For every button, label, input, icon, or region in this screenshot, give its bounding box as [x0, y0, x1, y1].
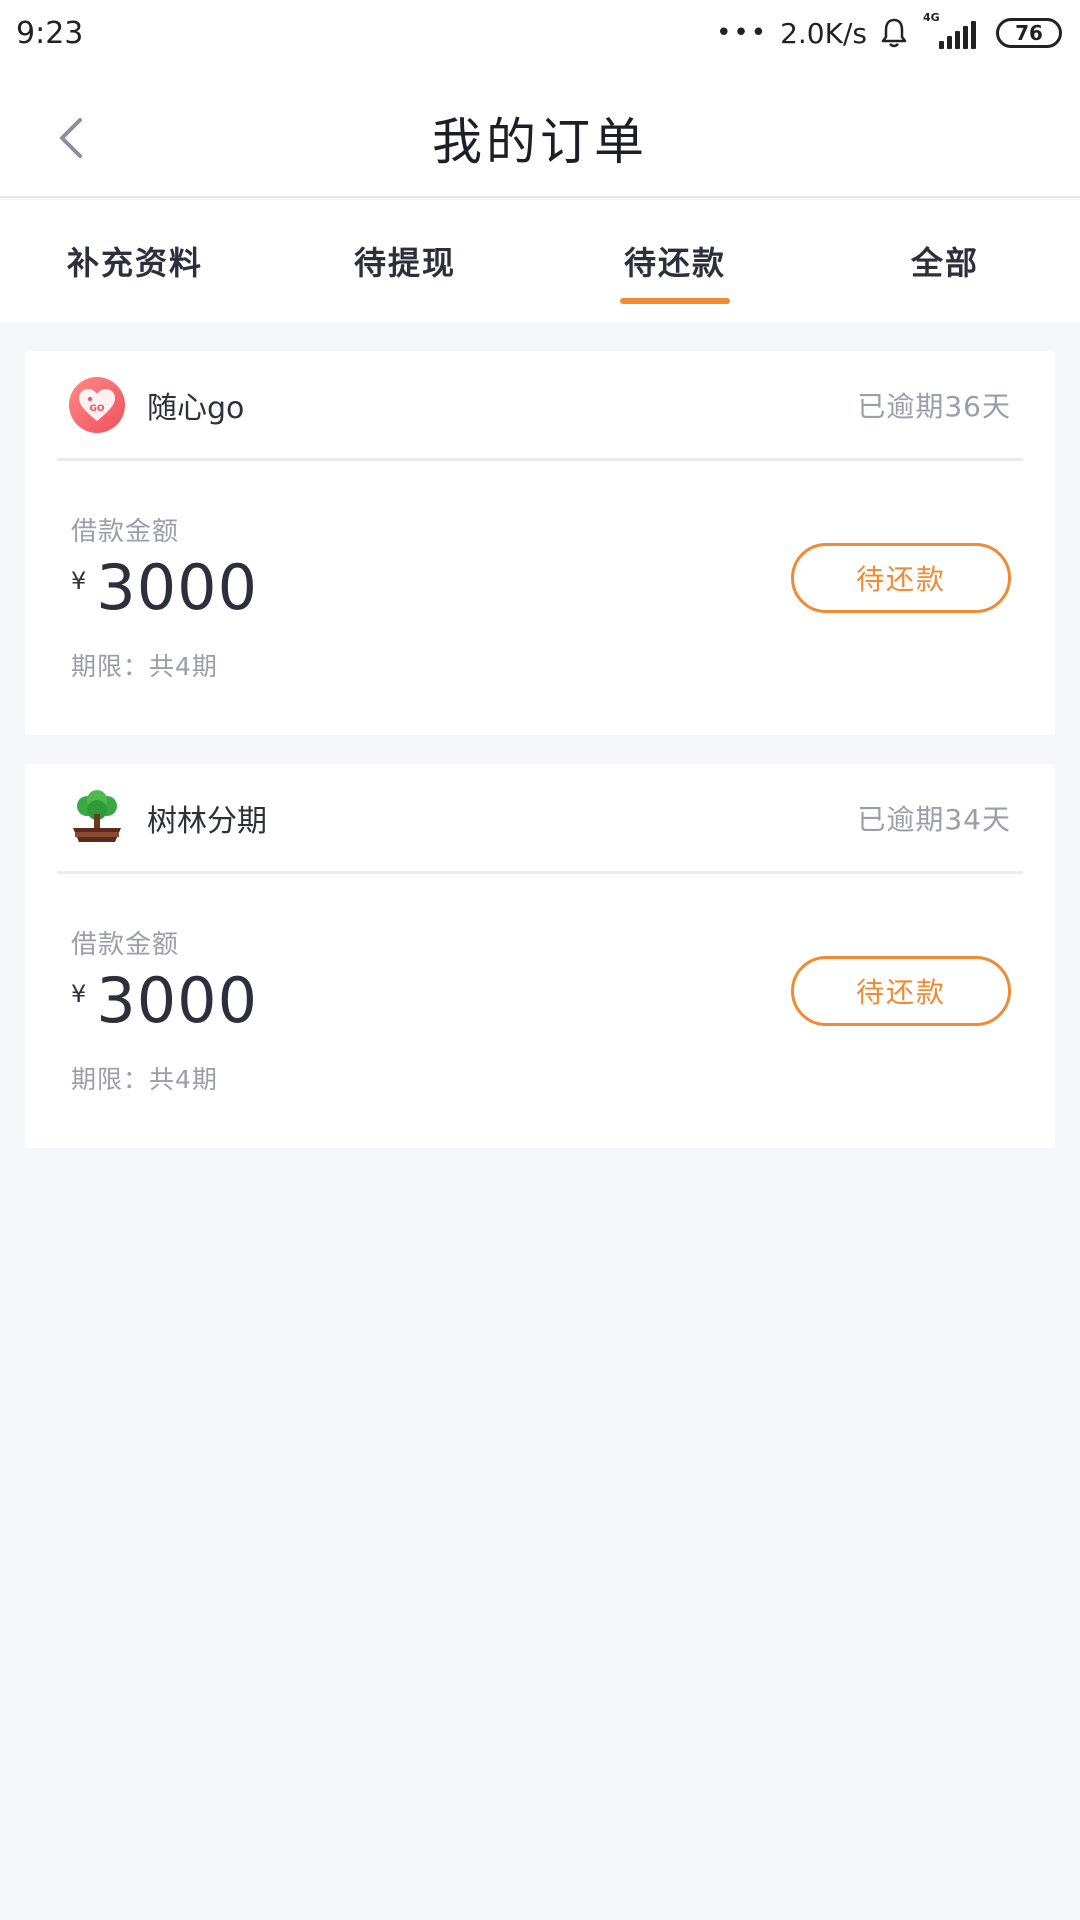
- notification-dots-icon: •••: [716, 18, 769, 48]
- tab-label: 全部: [910, 244, 979, 282]
- signal-icon: 4G: [921, 11, 976, 49]
- network-speed: 2.0K/s: [780, 16, 867, 50]
- term-text: 期限：共4期: [71, 652, 218, 681]
- repay-button[interactable]: 待还款: [791, 956, 1011, 1026]
- amount-label: 借款金额: [71, 517, 180, 547]
- svg-text:GO: GO: [89, 404, 104, 414]
- battery-icon: 76: [996, 18, 1062, 48]
- tree-logo-icon: [69, 789, 125, 846]
- tab-label: 待还款: [623, 244, 726, 282]
- order-card[interactable]: 树林分期 已逾期34天 借款金额 ¥ 3000 期限：共4期 待还款: [25, 764, 1055, 1148]
- loan-amount: 3000: [96, 964, 259, 1037]
- currency-symbol: ¥: [71, 567, 87, 595]
- tab-label: 补充资料: [66, 244, 203, 282]
- brand-name: 树林分期: [147, 803, 267, 839]
- order-card-header: GO 随心go 已逾期36天: [57, 351, 1023, 461]
- tab-supplement-info[interactable]: 补充资料: [0, 200, 270, 322]
- tab-pending-repayment[interactable]: 待还款: [540, 200, 810, 322]
- order-card-header: 树林分期 已逾期34天: [57, 764, 1023, 874]
- amount-label: 借款金额: [71, 930, 180, 960]
- order-card[interactable]: GO 随心go 已逾期36天 借款金额 ¥ 3000 期限：共4期 待还款: [25, 351, 1055, 735]
- status-indicators: ••• 2.0K/s 4G 76: [716, 11, 1062, 50]
- amount-row: ¥ 3000: [71, 551, 258, 624]
- order-tabs: 补充资料 待提现 待还款 全部: [0, 200, 1080, 322]
- repay-button[interactable]: 待还款: [791, 543, 1011, 613]
- amount-row: ¥ 3000: [71, 964, 258, 1037]
- tab-label: 待提现: [353, 244, 456, 282]
- currency-symbol: ¥: [71, 980, 87, 1008]
- overdue-status: 已逾期34天: [857, 802, 1011, 836]
- page-title: 我的订单: [432, 113, 648, 171]
- term-text: 期限：共4期: [71, 1065, 218, 1094]
- brand-name: 随心go: [147, 390, 245, 426]
- tab-all[interactable]: 全部: [810, 200, 1080, 322]
- status-bar: 9:23 ••• 2.0K/s 4G 76: [0, 0, 1080, 66]
- overdue-status: 已逾期36天: [857, 389, 1011, 423]
- active-tab-indicator: [620, 298, 730, 304]
- loan-amount: 3000: [96, 551, 259, 624]
- network-type: 4G: [923, 11, 940, 24]
- status-time: 9:23: [16, 15, 84, 51]
- bell-icon: [879, 17, 909, 49]
- heart-tag-logo-icon: GO: [69, 376, 125, 433]
- header: 我的订单: [0, 66, 1080, 198]
- tab-pending-withdrawal[interactable]: 待提现: [270, 200, 540, 322]
